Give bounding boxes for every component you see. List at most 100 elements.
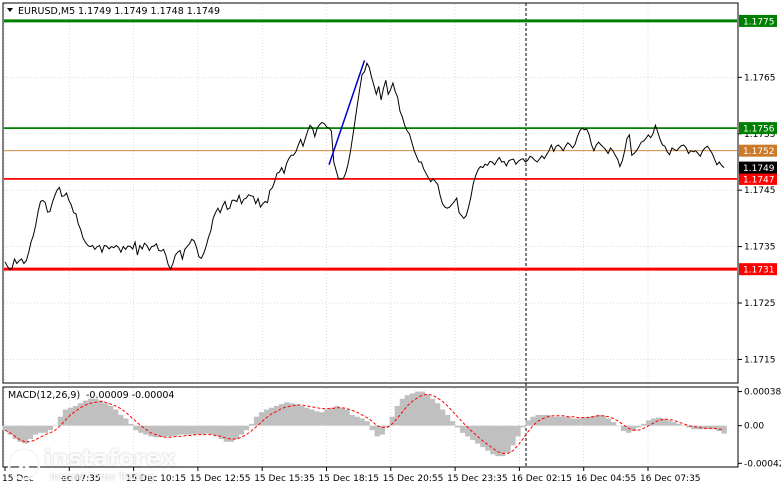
macd-bar <box>555 416 561 426</box>
macd-bar <box>248 423 255 426</box>
macd-values: -0.00009 -0.00004 <box>86 390 174 401</box>
x-tick-label: 15 Dec <box>2 474 34 484</box>
macd-bar <box>580 417 587 426</box>
macd-bar <box>329 407 335 426</box>
macd-bar <box>485 425 491 451</box>
macd-bar <box>334 405 340 426</box>
macd-title: MACD(12,26,9) <box>8 390 80 401</box>
macd-bar <box>133 425 139 431</box>
macd-bar <box>721 425 727 434</box>
macd-bar <box>17 425 23 442</box>
macd-bar <box>480 425 486 448</box>
macd-bar <box>304 407 310 426</box>
x-tick-label: 15 Dec 15:35 <box>254 474 315 484</box>
macd-bar <box>173 425 179 436</box>
level-tag-1.1731: 1.1731 <box>743 266 775 276</box>
macd-bar <box>319 412 325 426</box>
macd-bar <box>605 418 612 426</box>
macd-bar <box>550 416 556 426</box>
macd-bar <box>520 425 526 428</box>
macd-bar <box>188 425 194 435</box>
time-axis: 15 Dec ec 07:35 15 Dec 10:15 15 Dec 12:55 15… <box>2 467 701 484</box>
symbol-label: EURUSD,M5 <box>18 6 75 17</box>
macd-bar <box>193 425 199 435</box>
macd-bar <box>2 425 8 431</box>
macd-bar <box>369 425 375 431</box>
macd-bar <box>27 425 33 440</box>
macd-bar <box>57 416 64 426</box>
macd-bar <box>419 391 426 426</box>
price-chart[interactable]: 1.17651.17551.17451.17351.17251.1715 0.0… <box>0 0 781 489</box>
macd-bar <box>560 416 566 426</box>
macd-bar <box>128 423 134 426</box>
macd-bar <box>565 416 571 426</box>
macd-bar <box>515 425 521 437</box>
main-panel <box>2 2 739 384</box>
macd-bar <box>449 421 456 426</box>
macd-bar <box>42 425 49 433</box>
macd-bar <box>178 425 184 435</box>
macd-bar <box>339 407 345 426</box>
macd-bar <box>123 418 129 426</box>
level-tag-1.1756: 1.1756 <box>743 125 775 135</box>
macd-bar <box>92 398 99 426</box>
macd-bar <box>429 398 436 426</box>
macd-bar <box>324 409 330 426</box>
macd-bar <box>434 403 441 426</box>
macd-bar <box>716 425 722 432</box>
x-tick-label: 15 Dec 20:55 <box>383 474 444 484</box>
macd-bar <box>37 425 44 433</box>
macd-bar <box>294 404 300 426</box>
macd-bar <box>404 395 411 426</box>
macd-bar <box>284 402 290 426</box>
x-tick-label: 16 Dec 02:15 <box>511 474 572 484</box>
macd-bar <box>615 425 622 427</box>
x-tick-label: 16 Dec 07:35 <box>640 474 701 484</box>
macd-bar <box>676 423 682 426</box>
macd-bar <box>344 409 350 426</box>
macd-bar <box>374 425 380 437</box>
macd-bar <box>163 425 169 437</box>
macd-bar <box>108 405 114 426</box>
macd-bar <box>52 425 59 427</box>
macd-bar <box>641 423 647 426</box>
macd-bar <box>470 425 476 440</box>
macd-bar <box>299 405 305 426</box>
macd-bar <box>444 414 451 426</box>
macd-bar <box>268 407 275 426</box>
last-price-tag: 1.1749 <box>743 164 775 174</box>
level-tag-1.1775: 1.1775 <box>743 17 775 27</box>
x-tick-label: ec 07:35 <box>61 474 100 484</box>
macd-bar <box>47 425 54 431</box>
macd-bar <box>62 409 69 426</box>
level-tag-1.1747: 1.1747 <box>743 175 775 185</box>
y-tick-label: 1.1725 <box>744 299 776 309</box>
ohlc-label: 1.1749 1.1749 1.1748 1.1749 <box>78 6 220 17</box>
x-tick-label: 16 Dec 04:55 <box>576 474 637 484</box>
x-tick-label: 15 Dec 23:35 <box>447 474 508 484</box>
y-tick-label: 1.1735 <box>744 243 776 253</box>
price-axis: 1.17651.17551.17451.17351.17251.1715 <box>738 73 776 365</box>
macd-bar <box>113 409 119 426</box>
y-tick-label: 1.1715 <box>744 355 776 365</box>
level-tag-1.1752: 1.1752 <box>743 147 775 157</box>
macd-bar <box>424 394 431 426</box>
macd-bar <box>570 418 576 426</box>
macd-bar <box>103 403 109 426</box>
x-tick-label: 15 Dec 18:15 <box>319 474 380 484</box>
x-tick-label: 15 Dec 12:55 <box>190 474 251 484</box>
macd-bar <box>651 418 657 426</box>
macd-bar <box>223 425 230 442</box>
macd-bar <box>505 425 511 453</box>
y-tick-label: 1.1745 <box>744 186 776 196</box>
macd-bar <box>183 425 189 435</box>
macd-bar <box>208 425 214 435</box>
macd-axis: 0.00038 0.00 -0.00042 <box>738 388 781 469</box>
level-tags: 1.1775 1.1756 1.1752 1.1747 1.1731 1.1749 <box>739 14 777 276</box>
macd-bar <box>691 425 697 430</box>
macd-bar <box>98 400 104 426</box>
macd-bar <box>439 409 446 426</box>
macd-bar <box>540 414 546 426</box>
macd-bar <box>610 422 617 426</box>
macd-bar <box>500 425 506 457</box>
